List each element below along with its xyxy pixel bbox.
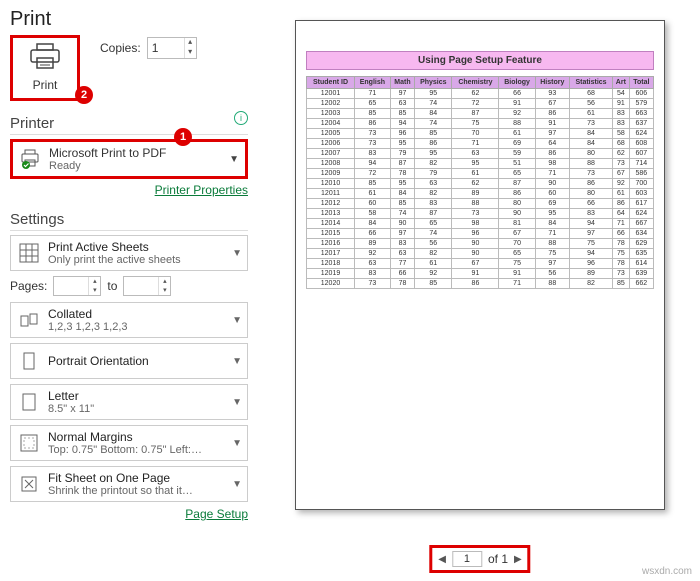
- col-header: Art: [613, 77, 630, 89]
- print-preview: Using Page Setup Feature Student IDEngli…: [260, 0, 700, 581]
- setting-orientation[interactable]: Portrait Orientation ▼: [10, 343, 248, 379]
- setting-paper-size[interactable]: Letter8.5" x 11" ▼: [10, 384, 248, 420]
- sheets-icon: [16, 240, 42, 266]
- setting-print-active-sheets[interactable]: Print Active SheetsOnly print the active…: [10, 235, 248, 271]
- table-row: 120057396857061978458624: [307, 129, 654, 139]
- col-header: Chemistry: [452, 77, 499, 89]
- page-navigator[interactable]: ◀ 1 of 1 ▶: [429, 545, 530, 573]
- printer-properties-link[interactable]: Printer Properties: [10, 183, 248, 197]
- page-input[interactable]: 1: [452, 551, 482, 567]
- table-row: 120089487829551988873714: [307, 159, 654, 169]
- printer-small-icon: [19, 148, 41, 170]
- table-row: 120186377616775979678614: [307, 259, 654, 269]
- preview-table-title: Using Page Setup Feature: [306, 51, 654, 70]
- annotation-1: 1: [174, 128, 192, 146]
- table-row: 120148490659881849471667: [307, 219, 654, 229]
- table-row: 120168983569070887578629: [307, 239, 654, 249]
- nav-prev-icon[interactable]: ◀: [438, 554, 446, 565]
- chevron-down-icon: ▼: [232, 248, 242, 259]
- chevron-down-icon: ▼: [232, 315, 242, 326]
- preview-table: Student IDEnglishMathPhysicsChemistryBio…: [306, 76, 654, 289]
- printer-heading: Printer i: [10, 115, 248, 135]
- col-header: History: [535, 77, 569, 89]
- chevron-down-icon: ▼: [232, 356, 242, 367]
- copies-label: Copies:: [100, 41, 141, 55]
- page-of-label: of 1: [488, 552, 508, 566]
- printer-select[interactable]: Microsoft Print to PDF Ready ▼: [10, 139, 248, 179]
- annotation-2: 2: [75, 86, 93, 104]
- margins-icon: [16, 430, 42, 456]
- letter-icon: [16, 389, 42, 415]
- col-header: English: [355, 77, 391, 89]
- settings-heading: Settings: [10, 211, 248, 231]
- copies-spinner[interactable]: 1 ▴▾: [147, 37, 197, 59]
- table-row: 120026563747291675691579: [307, 99, 654, 109]
- printer-name: Microsoft Print to PDF: [49, 146, 221, 160]
- collated-icon: [16, 307, 42, 333]
- table-row: 120135874877390958364624: [307, 209, 654, 219]
- copies-value: 1: [148, 41, 184, 55]
- printer-icon: [27, 42, 63, 72]
- col-header: Total: [629, 77, 653, 89]
- table-row: 120048694747588917383637: [307, 119, 654, 129]
- info-icon[interactable]: i: [234, 111, 248, 125]
- spinner-arrows[interactable]: ▴▾: [184, 38, 196, 58]
- col-header: Physics: [415, 77, 452, 89]
- pages-to-label: to: [107, 279, 117, 293]
- col-header: Statistics: [569, 77, 612, 89]
- page-title: Print: [10, 8, 248, 31]
- setting-collated[interactable]: Collated1,2,3 1,2,3 1,2,3 ▼: [10, 302, 248, 338]
- fit-icon: [16, 471, 42, 497]
- chevron-down-icon: ▼: [232, 479, 242, 490]
- page-setup-link[interactable]: Page Setup: [10, 507, 248, 521]
- table-row: 120067395867169648468608: [307, 139, 654, 149]
- table-row: 120038585848792866183663: [307, 109, 654, 119]
- pages-from-input[interactable]: ▴▾: [53, 276, 101, 296]
- printer-status: Ready: [49, 160, 221, 172]
- setting-scaling[interactable]: Fit Sheet on One PageShrink the printout…: [10, 466, 248, 502]
- table-row: 120207378858671888285662: [307, 279, 654, 289]
- pages-to-input[interactable]: ▴▾: [123, 276, 171, 296]
- print-button[interactable]: Print: [10, 35, 80, 101]
- col-header: Biology: [499, 77, 535, 89]
- nav-next-icon[interactable]: ▶: [514, 554, 522, 565]
- preview-page: Using Page Setup Feature Student IDEngli…: [295, 20, 665, 510]
- table-row: 120116184828986608061603: [307, 189, 654, 199]
- pages-label: Pages:: [10, 279, 47, 293]
- table-row: 120078379956359868062607: [307, 149, 654, 159]
- setting-margins[interactable]: Normal MarginsTop: 0.75" Bottom: 0.75" L…: [10, 425, 248, 461]
- print-button-label: Print: [27, 78, 63, 92]
- table-row: 120179263829065759475635: [307, 249, 654, 259]
- table-row: 120017197956266936854606: [307, 89, 654, 99]
- table-row: 120198366929191568973639: [307, 269, 654, 279]
- table-row: 120156697749667719766634: [307, 229, 654, 239]
- table-row: 120126085838880696686617: [307, 199, 654, 209]
- chevron-down-icon: ▼: [229, 154, 239, 165]
- watermark: wsxdn.com: [642, 566, 692, 577]
- table-row: 120108595636287908692700: [307, 179, 654, 189]
- portrait-icon: [16, 348, 42, 374]
- chevron-down-icon: ▼: [232, 397, 242, 408]
- chevron-down-icon: ▼: [232, 438, 242, 449]
- col-header: Math: [390, 77, 414, 89]
- col-header: Student ID: [307, 77, 355, 89]
- table-row: 120097278796165717367586: [307, 169, 654, 179]
